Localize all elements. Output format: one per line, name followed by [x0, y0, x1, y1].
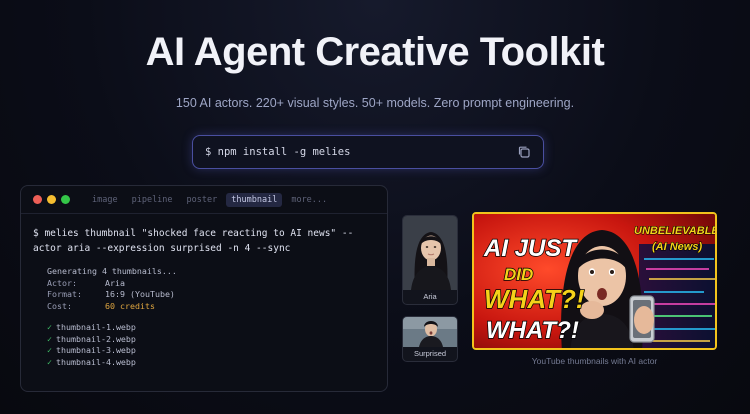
- thumbnail-badge-1: UNBELIEVABLE!: [634, 225, 717, 237]
- check-icon: ✓: [47, 356, 52, 367]
- check-icon: ✓: [47, 322, 52, 332]
- actor-card-surprised[interactable]: Surprised: [402, 316, 458, 362]
- terminal-window: image pipeline poster thumbnail more... …: [20, 185, 388, 392]
- output-row-actor: Actor: Aria: [47, 278, 375, 290]
- output-value: Aria: [105, 277, 125, 288]
- aria-portrait-image: [403, 216, 457, 290]
- output-value: 16:9 (YouTube): [105, 289, 175, 299]
- output-row-format: Format: 16:9 (YouTube): [47, 289, 375, 301]
- tab-poster[interactable]: poster: [182, 193, 223, 207]
- file-item: ✓ thumbnail-3.webp: [47, 345, 375, 357]
- tab-thumbnail[interactable]: thumbnail: [226, 192, 283, 207]
- actor-label-surprised: Surprised: [413, 349, 447, 358]
- thumbnail-caption: YouTube thumbnails with AI actor: [531, 356, 658, 366]
- page-title: AI Agent Creative Toolkit: [145, 30, 605, 74]
- command-line-1: $ melies thumbnail "shocked face reactin…: [33, 228, 354, 239]
- output-key: Format:: [47, 289, 82, 299]
- thumbnail-headline-3: WHAT?!: [484, 284, 585, 314]
- terminal-tabs: image pipeline poster thumbnail more...: [87, 192, 336, 207]
- output-key: Actor:: [47, 277, 77, 288]
- actor-card-aria[interactable]: Aria: [402, 215, 458, 305]
- install-command[interactable]: $ npm install -g melies: [205, 146, 517, 158]
- terminal-titlebar: image pipeline poster thumbnail more...: [21, 186, 387, 214]
- output-header: Generating 4 thumbnails...: [47, 266, 177, 276]
- close-window-dot[interactable]: [33, 195, 42, 204]
- output-value-credits: 60 credits: [105, 300, 155, 311]
- install-command-box[interactable]: $ npm install -g melies: [192, 135, 544, 169]
- page-subtitle: 150 AI actors. 220+ visual styles. 50+ m…: [175, 96, 575, 110]
- file-name: thumbnail-3.webp: [56, 345, 136, 355]
- output-files: ✓ thumbnail-1.webp ✓ thumbnail-2.webp ✓ thu…: [47, 322, 375, 368]
- command-line-2: actor aria --expression surprised -n 4 -…: [33, 243, 291, 254]
- check-icon: ✓: [47, 333, 52, 344]
- file-item: ✓ thumbnail-4.webp: [47, 357, 375, 369]
- file-name: thumbnail-1.webp: [56, 322, 136, 332]
- output-key: Cost:: [47, 300, 72, 311]
- thumbnail-headline-2: DID: [504, 265, 533, 284]
- copy-icon[interactable]: [517, 145, 531, 159]
- thumbnail-headline-1: AI JUST: [483, 235, 578, 262]
- minimize-window-dot[interactable]: [47, 195, 56, 204]
- tab-pipeline[interactable]: pipeline: [127, 193, 178, 207]
- surprised-portrait-image: [403, 317, 457, 347]
- file-name: thumbnail-2.webp: [56, 333, 136, 344]
- thumbnail-headline-4: WHAT?!: [486, 317, 579, 344]
- tab-more[interactable]: more...: [286, 193, 332, 207]
- file-name: thumbnail-4.webp: [56, 356, 136, 367]
- terminal-body: $ melies thumbnail "shocked face reactin…: [21, 214, 387, 380]
- tab-image[interactable]: image: [87, 193, 123, 207]
- youtube-thumbnail[interactable]: AI JUST DID WHAT?! WHAT?! UNBELIEVABLE! …: [472, 212, 717, 350]
- maximize-window-dot[interactable]: [61, 195, 70, 204]
- output-block: Generating 4 thumbnails... Actor: Aria Fo…: [47, 266, 375, 312]
- actor-label-aria: Aria: [423, 292, 437, 301]
- file-item: ✓ thumbnail-2.webp: [47, 334, 375, 346]
- thumbnail-artwork: AI JUST DID WHAT?! WHAT?! UNBELIEVABLE! …: [474, 214, 717, 348]
- thumbnail-badge-2: (AI News): [652, 241, 702, 253]
- output-row-cost: Cost: 60 credits: [47, 301, 375, 313]
- check-icon: ✓: [47, 345, 52, 355]
- file-item: ✓ thumbnail-1.webp: [47, 322, 375, 334]
